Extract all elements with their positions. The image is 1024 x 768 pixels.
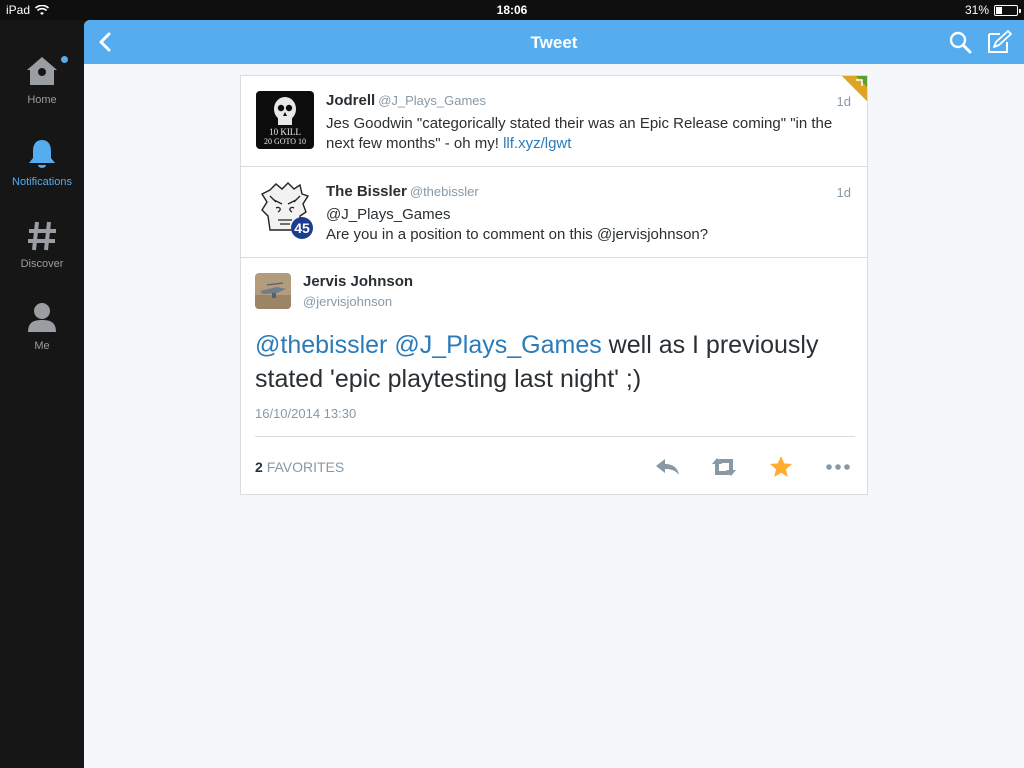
sidebar-item-discover[interactable]: Discover: [0, 218, 84, 288]
unread-dot: [61, 56, 68, 63]
author-name[interactable]: Jodrell: [326, 92, 375, 109]
battery-icon: [994, 4, 1021, 16]
tweet-text: Jes Goodwin "categorically stated their …: [326, 114, 856, 154]
sidebar: Home Notifications Discover Me: [0, 20, 84, 768]
timestamp: 1d: [836, 185, 851, 200]
favorites-number: 2: [255, 459, 263, 475]
skull-icon: 10 KILL 20 GOTO 10: [256, 91, 314, 149]
favorites-count[interactable]: 2 FAVORITES: [255, 459, 344, 475]
sidebar-item-label: Home: [27, 94, 57, 106]
tweet-link[interactable]: llf.xyz/lgwt: [503, 135, 571, 152]
tweet-text: @J_Plays_Games Are you in a position to …: [326, 205, 856, 245]
battery-percent: 31%: [964, 3, 989, 17]
comic-face-icon: 45: [256, 182, 314, 240]
author-name[interactable]: Jervis Johnson: [303, 273, 413, 290]
avatar[interactable]: 10 KILL 20 GOTO 10: [256, 91, 314, 149]
compose-icon[interactable]: [986, 29, 1012, 55]
main-panel: Tweet 10 KILL 20 GOTO 10 Jodrell @J_Play…: [84, 20, 1024, 768]
miniature-photo-icon: [255, 273, 291, 309]
avatar[interactable]: 45: [256, 182, 314, 240]
author-handle[interactable]: @jervisjohnson: [303, 294, 392, 309]
status-bar: iPad 18:06 31%: [0, 0, 1024, 20]
sidebar-item-notifications[interactable]: Notifications: [0, 136, 84, 206]
sidebar-item-label: Me: [34, 340, 50, 352]
sidebar-item-label: Notifications: [12, 176, 72, 188]
tweet-line: Are you in a position to comment on this…: [326, 226, 709, 243]
search-icon[interactable]: [948, 30, 972, 54]
bell-icon: [29, 140, 55, 168]
divider: [255, 436, 855, 437]
sidebar-item-home[interactable]: Home: [0, 54, 84, 124]
home-icon: [27, 57, 57, 85]
mention-link[interactable]: @J_Plays_Games: [394, 331, 601, 359]
tweet-header: Jodrell @J_Plays_Games: [326, 92, 486, 109]
avatar-caption: 10 KILL: [269, 127, 301, 137]
page-title: Tweet: [530, 33, 578, 52]
tweet-card: 10 KILL 20 GOTO 10 Jodrell @J_Plays_Games…: [240, 75, 868, 495]
tweet-header: The Bissler @thebissler: [326, 183, 479, 200]
more-icon[interactable]: [823, 452, 853, 482]
tweet-line: @J_Plays_Games: [326, 206, 451, 223]
avatar-caption: 20 GOTO 10: [264, 137, 306, 146]
author-handle[interactable]: @thebissler: [410, 184, 479, 199]
tweet-item[interactable]: 45 The Bissler @thebissler 1d @J_Plays_Ga…: [241, 167, 867, 258]
person-icon: [28, 303, 56, 332]
jersey-number: 45: [294, 220, 310, 236]
sidebar-item-label: Discover: [20, 258, 64, 270]
hash-icon: [28, 221, 56, 251]
clock: 18:06: [496, 3, 528, 17]
reply-icon[interactable]: [652, 452, 682, 482]
retweet-icon[interactable]: [709, 452, 739, 482]
retweet-corner-icon: [842, 76, 867, 101]
tweet-text: @thebissler @J_Plays_Games well as I pre…: [255, 328, 845, 396]
favorite-star-icon[interactable]: [766, 452, 796, 482]
author-name[interactable]: The Bissler: [326, 183, 407, 200]
tweet-body: Jes Goodwin "categorically stated their …: [326, 115, 833, 152]
tweet-detail: Jervis Johnson @jervisjohnson @thebissle…: [241, 258, 867, 494]
tweet-date: 16/10/2014 13:30: [255, 406, 357, 421]
sidebar-item-me[interactable]: Me: [0, 300, 84, 370]
avatar[interactable]: [255, 273, 291, 309]
tweet-item[interactable]: 10 KILL 20 GOTO 10 Jodrell @J_Plays_Games…: [241, 76, 867, 167]
favorites-label: FAVORITES: [266, 459, 345, 475]
top-bar: Tweet: [84, 20, 1024, 64]
author-handle[interactable]: @J_Plays_Games: [378, 93, 486, 108]
mention-link[interactable]: @thebissler: [255, 331, 387, 359]
